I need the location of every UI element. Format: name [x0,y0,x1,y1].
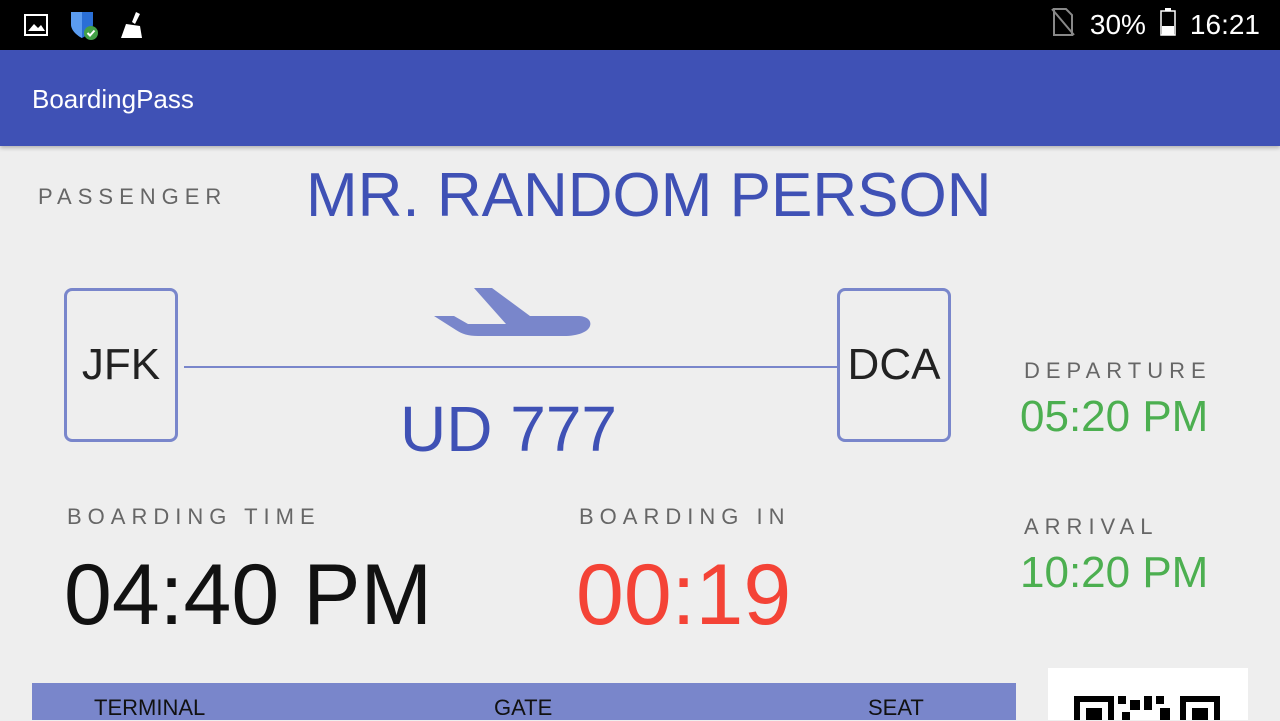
shield-check-icon [68,10,98,45]
app-title: BoardingPass [32,84,194,114]
image-notification-icon [24,13,48,42]
boarding-time: 04:40 PM [64,547,433,643]
status-bar-notifications [24,10,148,45]
passenger-name: MR. RANDOM PERSON [306,161,992,230]
boarding-in-label: BOARDING IN [579,504,791,529]
destination-airport: DCA [837,288,951,442]
clock: 16:21 [1189,9,1260,40]
flight-details-strip: TERMINAL GATE SEAT [32,683,1016,720]
boarding-time-label: BOARDING TIME [67,504,321,529]
departure-label: DEPARTURE [1024,358,1212,383]
airplane-icon [432,286,594,347]
no-sim-icon [1050,7,1076,44]
seat-label: SEAT [868,695,924,720]
broom-icon [118,10,148,45]
route-line [184,366,838,368]
passenger-label: PASSENGER [38,184,228,209]
flight-number: UD 777 [400,393,617,465]
departure-time: 05:20 PM [1020,392,1209,441]
gate-label: GATE [494,695,553,720]
arrival-label: ARRIVAL [1024,514,1159,539]
app-bar: BoardingPass [0,50,1280,146]
arrival-time: 10:20 PM [1020,548,1209,597]
boarding-countdown: 00:19 [576,547,792,643]
terminal-label: TERMINAL [94,695,206,720]
battery-percentage: 30% [1089,9,1146,40]
status-bar: 30% 16:21 [0,0,1280,50]
qr-code [1048,668,1248,720]
battery-icon [1160,7,1176,43]
status-bar-system: 30% 16:21 [1050,0,1260,50]
origin-airport: JFK [64,288,178,442]
